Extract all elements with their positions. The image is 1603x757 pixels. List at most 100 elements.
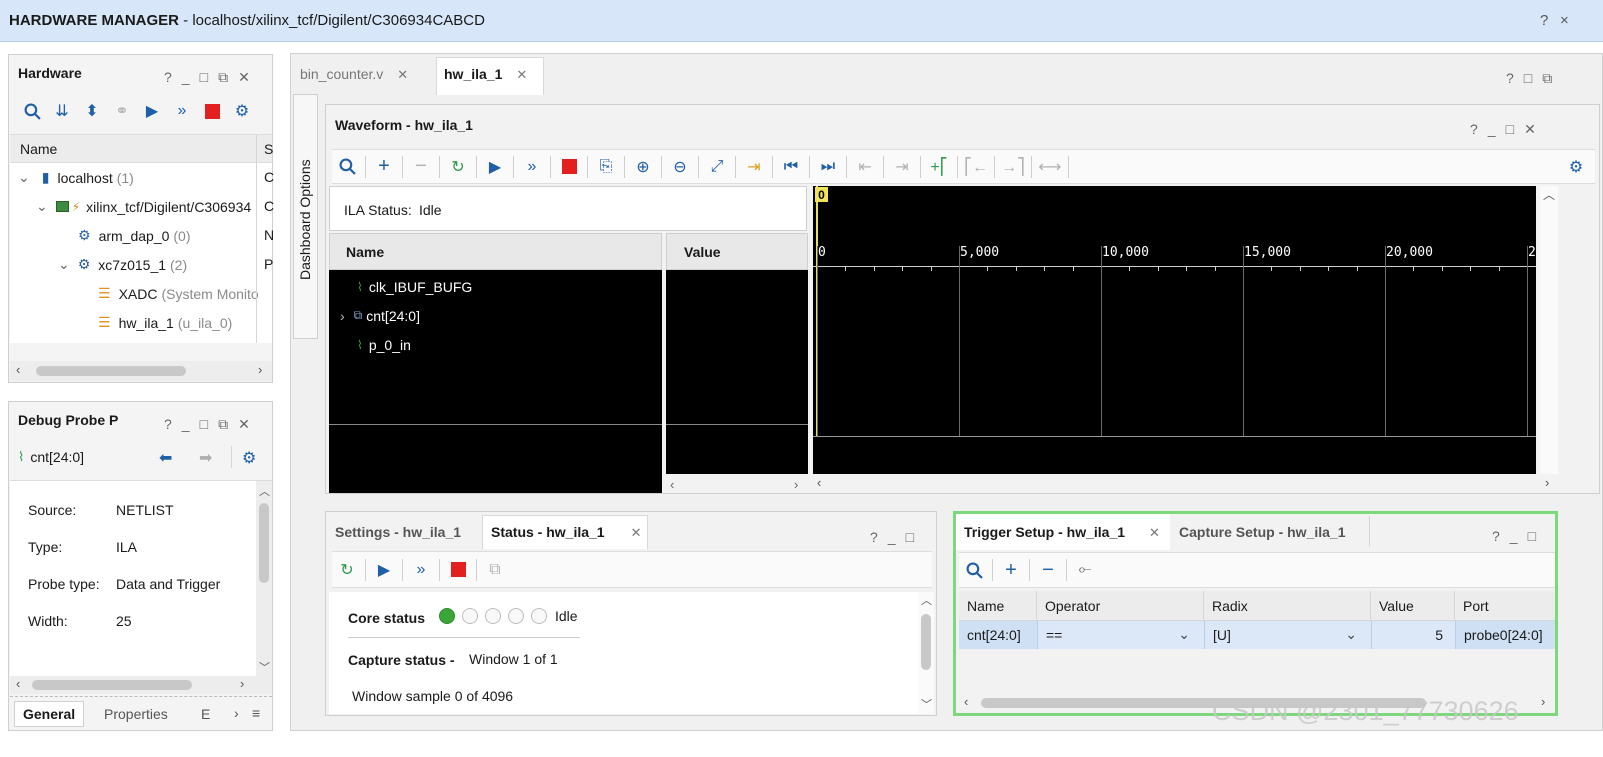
expand-all-icon[interactable]: ⬍ [77, 96, 107, 126]
goto-cursor-icon[interactable]: ⇥ [739, 152, 769, 182]
close-icon[interactable]: × [1560, 12, 1569, 29]
zoom-fit-icon[interactable]: ⤢ [702, 152, 732, 182]
run-trigger-icon[interactable]: ▶ [369, 555, 399, 585]
tab-properties[interactable]: Properties [104, 706, 168, 722]
help-icon[interactable]: ? [1506, 70, 1514, 87]
search-icon[interactable] [332, 152, 362, 182]
run-immediate-icon[interactable]: » [167, 96, 197, 126]
tree-row-device[interactable]: ⌄ ⚙ xc7z015_1 (2) [10, 250, 265, 279]
tab-more[interactable]: E [201, 706, 210, 722]
minimize-icon[interactable]: _ [888, 529, 896, 545]
gear-icon[interactable]: ⚙ [227, 96, 257, 126]
scroll-left-icon[interactable]: ‹ [670, 477, 674, 492]
collapse-all-icon[interactable]: ⇊ [47, 96, 77, 126]
stop-icon[interactable] [197, 96, 227, 126]
close-icon[interactable]: ✕ [1524, 121, 1536, 138]
tab-general[interactable]: General [14, 701, 85, 727]
help-icon[interactable]: ? [1540, 12, 1548, 29]
tab-hw-ila[interactable]: hw_ila_1 ✕ [444, 66, 527, 83]
scroll-right-icon[interactable]: › [794, 477, 798, 492]
maximize-icon[interactable]: □ [200, 416, 208, 433]
zoom-out-icon[interactable]: ⊖ [665, 152, 695, 182]
help-icon[interactable]: ? [1470, 121, 1478, 138]
help-icon[interactable]: ? [164, 416, 172, 433]
maximize-icon[interactable]: □ [1528, 528, 1536, 544]
status-vscrollbar[interactable]: ︿ ﹀ [918, 592, 934, 714]
help-icon[interactable]: ? [870, 529, 878, 545]
probe-vscrollbar[interactable]: ︿ ﹀ [256, 481, 272, 677]
waveform-hscrollbar[interactable]: ‹ › [813, 475, 1558, 491]
prev-transition-icon[interactable]: ⇤ [850, 152, 880, 182]
close-icon[interactable]: ✕ [238, 416, 250, 433]
maximize-icon[interactable]: □ [1506, 121, 1514, 138]
probe-hscrollbar[interactable]: ‹ › [10, 676, 272, 694]
stop-icon[interactable] [554, 152, 584, 182]
float-icon[interactable]: ⧉ [218, 69, 228, 86]
prev-marker-icon[interactable]: ⎡← [961, 152, 991, 182]
remove-probe-icon[interactable]: − [1033, 555, 1063, 585]
waveform-vscrollbar[interactable]: ︿ [1540, 186, 1558, 474]
tab-status[interactable]: Status - hw_ila_1 ✕ [491, 524, 642, 541]
forward-arrow-icon[interactable]: ➡ [199, 448, 212, 468]
minimize-icon[interactable]: _ [1488, 121, 1496, 138]
tab-menu-icon[interactable]: ≡ [252, 705, 260, 721]
radix-dropdown[interactable]: [U] ⌄ [1204, 621, 1371, 649]
minimize-icon[interactable]: _ [182, 69, 190, 86]
auto-connect-icon[interactable]: ⚭ [107, 96, 137, 126]
capture-icon[interactable]: ⧉ [480, 555, 510, 585]
close-icon[interactable]: ✕ [238, 69, 250, 86]
operator-dropdown[interactable]: == ⌄ [1037, 621, 1204, 649]
float-icon[interactable]: ⧉ [218, 416, 228, 433]
back-arrow-icon[interactable]: ⬅ [159, 448, 172, 468]
tree-row-target[interactable]: ⌄ ⚡ xilinx_tcf/Digilent/C306934 [10, 192, 265, 221]
export-icon[interactable]: ⎘ [591, 152, 621, 182]
trigger-row[interactable]: cnt[24:0] == ⌄ [U] ⌄ 5 probe0[24:0] [959, 621, 1555, 649]
maximize-icon[interactable]: □ [1524, 70, 1532, 87]
tab-settings[interactable]: Settings - hw_ila_1 [335, 524, 461, 540]
gear-icon[interactable]: ⚙ [1561, 152, 1591, 182]
gear-icon[interactable]: ⚙ [242, 448, 256, 468]
goto-start-icon[interactable]: ⏮ [776, 152, 806, 182]
signal-cnt[interactable]: › ⧉ cnt[24:0] [329, 301, 420, 330]
add-icon[interactable]: + [369, 152, 399, 182]
next-marker-icon[interactable]: →⎤ [998, 152, 1028, 182]
zoom-in-icon[interactable]: ⊕ [628, 152, 658, 182]
help-icon[interactable]: ? [164, 69, 172, 86]
expand-icon[interactable]: › [340, 308, 345, 324]
goto-end-icon[interactable]: ⏭ [813, 152, 843, 182]
dashboard-options-tab[interactable]: Dashboard Options [293, 94, 318, 339]
tree-row-hw-ila[interactable]: ☰ hw_ila_1 (u_ila_0) [10, 308, 265, 337]
condition-icon[interactable]: ⟜ [1070, 555, 1100, 585]
search-icon[interactable] [17, 96, 47, 126]
tree-row-localhost[interactable]: ⌄ ▮ localhost (1) [10, 163, 265, 192]
search-icon[interactable] [959, 555, 989, 585]
tab-scroll-icon[interactable]: › [234, 705, 239, 721]
tab-capture-setup[interactable]: Capture Setup - hw_ila_1 [1179, 524, 1345, 540]
signal-p0-in[interactable]: ⌇ p_0_in [329, 330, 411, 359]
run-trigger-icon[interactable]: ▶ [137, 96, 167, 126]
remove-icon[interactable]: − [406, 152, 436, 182]
waveform-canvas[interactable]: 0 0 5,000 10,000 15,000 20,000 2 [813, 186, 1536, 474]
tree-row-arm-dap[interactable]: ⚙ arm_dap_0 (0) [10, 221, 265, 250]
value-input[interactable]: 5 [1371, 621, 1455, 649]
run-immediate-icon[interactable]: » [406, 555, 436, 585]
minimize-icon[interactable]: _ [1510, 528, 1518, 544]
tree-row-xadc[interactable]: ☰ XADC (System Monito [10, 279, 265, 308]
maximize-icon[interactable]: □ [906, 529, 914, 545]
help-icon[interactable]: ? [1492, 528, 1500, 544]
run-trigger-icon[interactable]: ▶ [480, 152, 510, 182]
stop-icon[interactable] [443, 555, 473, 585]
float-icon[interactable]: ⧉ [1542, 70, 1552, 87]
run-immediate-icon[interactable]: » [517, 152, 547, 182]
tab-trigger-setup[interactable]: Trigger Setup - hw_ila_1 ✕ [964, 524, 1160, 541]
add-probe-icon[interactable]: + [996, 555, 1026, 585]
swap-cursors-icon[interactable]: ⟷ [1035, 152, 1065, 182]
hardware-hscrollbar[interactable]: ‹ › [10, 361, 272, 381]
refresh-icon[interactable]: ↻ [332, 555, 362, 585]
add-marker-icon[interactable]: +⎡ [924, 152, 954, 182]
next-transition-icon[interactable]: ⇥ [887, 152, 917, 182]
tab-bin-counter[interactable]: bin_counter.v ✕ [300, 66, 408, 83]
minimize-icon[interactable]: _ [182, 416, 190, 433]
maximize-icon[interactable]: □ [200, 69, 208, 86]
refresh-icon[interactable]: ↻ [443, 152, 473, 182]
